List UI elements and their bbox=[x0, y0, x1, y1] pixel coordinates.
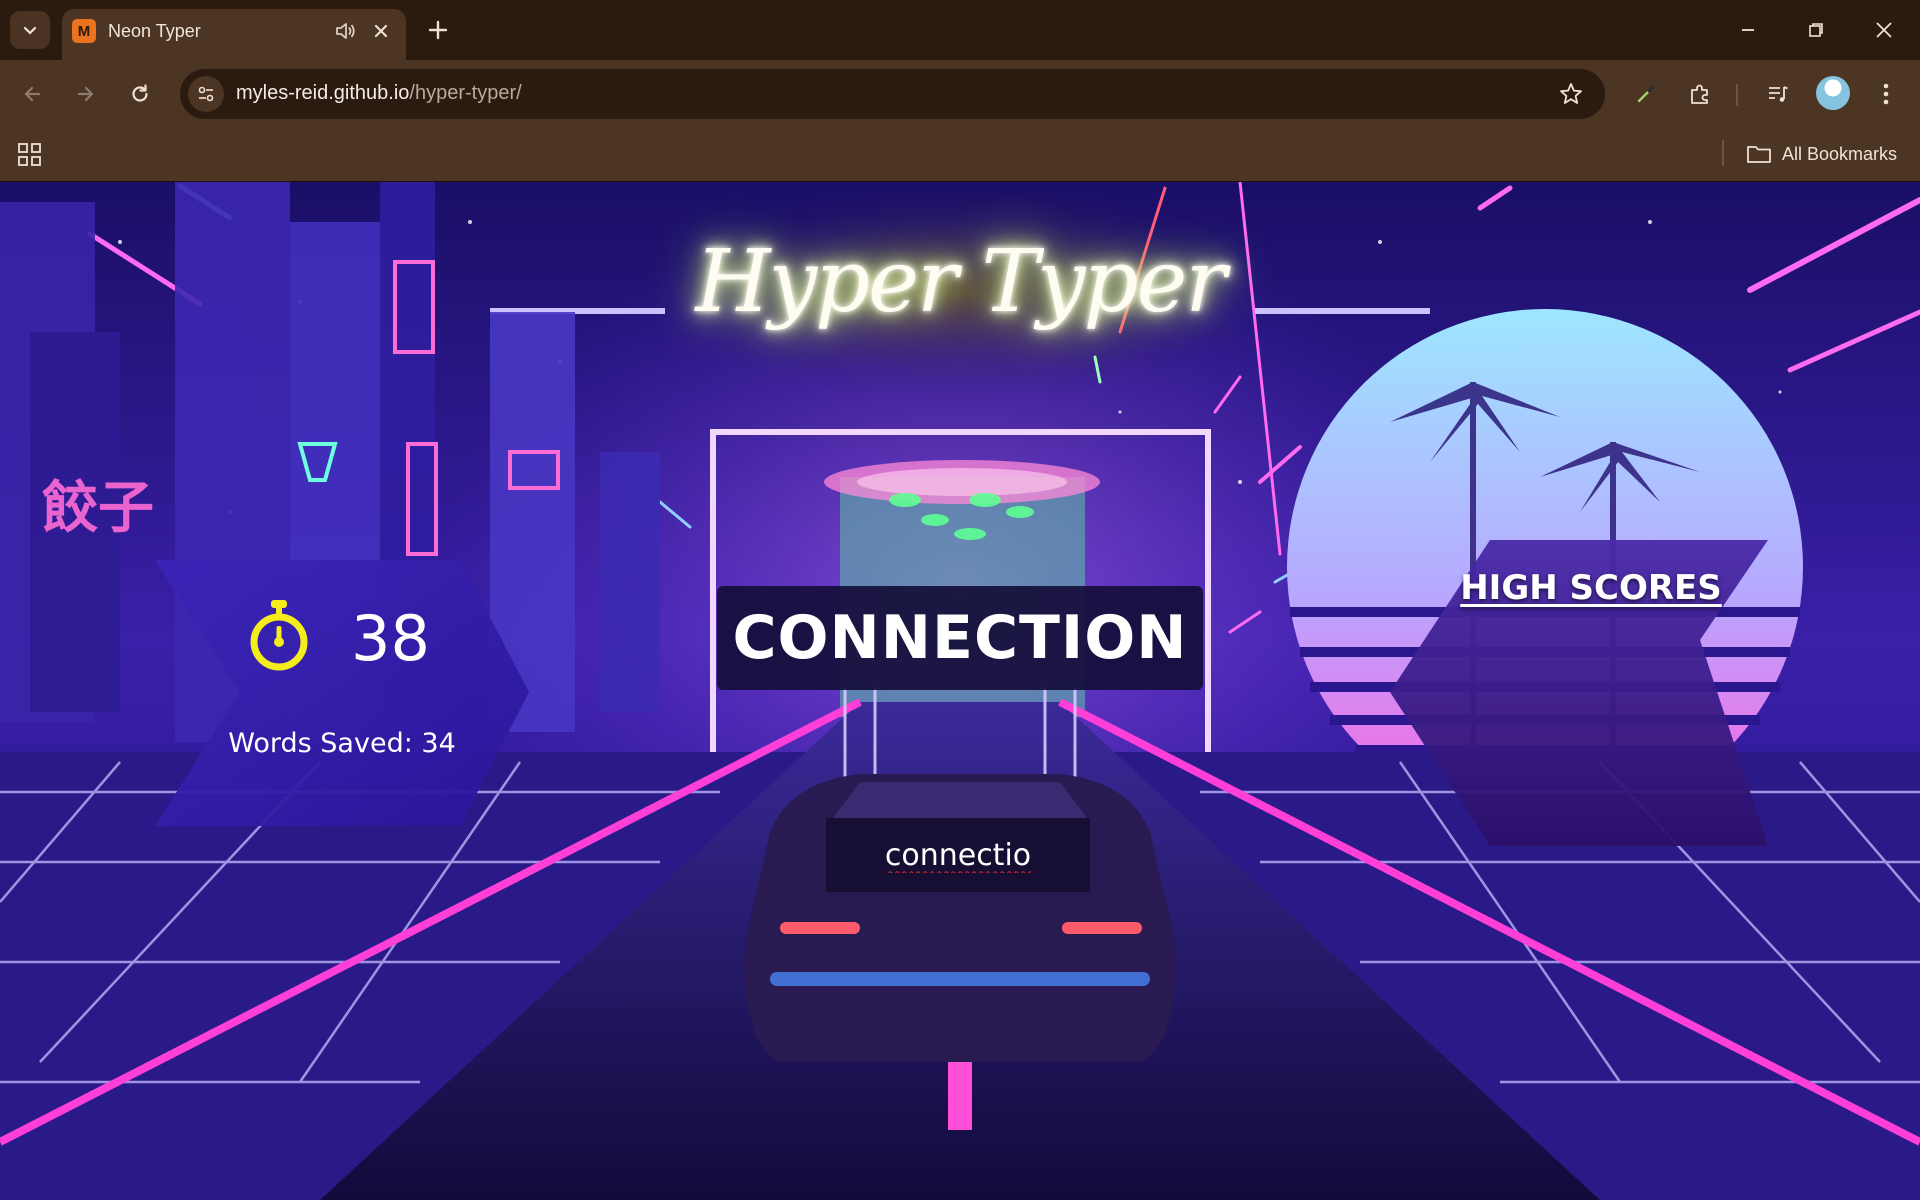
address-bar[interactable]: myles-reid.github.io/hyper-typer/ bbox=[180, 69, 1605, 119]
media-controls-button[interactable] bbox=[1760, 76, 1796, 112]
profile-avatar[interactable] bbox=[1816, 76, 1850, 110]
site-info-button[interactable] bbox=[188, 76, 224, 112]
timer-seconds: 38 bbox=[351, 602, 430, 675]
playlist-music-icon bbox=[1769, 86, 1788, 102]
reload-icon bbox=[132, 84, 148, 102]
browser-menu-button[interactable] bbox=[1868, 76, 1904, 112]
arrow-right-icon bbox=[77, 86, 94, 102]
close-window-button[interactable] bbox=[1862, 8, 1906, 52]
bookmarks-divider bbox=[1722, 140, 1724, 166]
tab-neon-typer[interactable]: M Neon Typer bbox=[62, 9, 406, 60]
bookmarks-bar: All Bookmarks bbox=[0, 128, 1920, 182]
game-viewport: 餃子 Hyper Typer 38 Words Saved: 34 CONNEC… bbox=[0, 182, 1920, 1200]
url-path: /hyper-typer/ bbox=[409, 82, 522, 104]
url-text[interactable]: myles-reid.github.io/hyper-typer/ bbox=[236, 82, 522, 105]
plus-icon bbox=[428, 20, 448, 40]
eyedropper-extension-button[interactable] bbox=[1628, 76, 1664, 112]
restore-icon bbox=[1809, 23, 1823, 37]
browser-tab-strip: M Neon Typer bbox=[0, 0, 1920, 60]
folder-icon bbox=[1747, 146, 1771, 163]
puzzle-icon bbox=[1691, 84, 1708, 104]
browser-toolbar: myles-reid.github.io/hyper-typer/ bbox=[0, 60, 1920, 128]
high-scores-panel: HIGH SCORES bbox=[1390, 540, 1768, 846]
timer-panel: 38 Words Saved: 34 bbox=[155, 560, 529, 826]
close-tab-icon[interactable] bbox=[368, 18, 394, 44]
close-icon bbox=[1876, 22, 1892, 38]
minimize-icon bbox=[1742, 29, 1754, 31]
kebab-menu-icon bbox=[1883, 83, 1889, 105]
all-bookmarks-button[interactable]: All Bookmarks bbox=[1746, 138, 1897, 170]
svg-text:餃子: 餃子 bbox=[42, 476, 154, 541]
game-title-logo: Hyper Typer bbox=[695, 232, 1227, 332]
all-bookmarks-label: All Bookmarks bbox=[1782, 143, 1898, 164]
apps-grid-icon[interactable] bbox=[14, 139, 46, 171]
reload-button[interactable] bbox=[120, 74, 160, 114]
bookmark-star-icon[interactable] bbox=[1557, 80, 1585, 108]
back-button[interactable] bbox=[12, 74, 52, 114]
stopwatch-icon bbox=[250, 600, 308, 671]
arrow-left-icon bbox=[24, 86, 41, 102]
extensions-button[interactable] bbox=[1682, 76, 1718, 112]
high-scores-link[interactable]: HIGH SCORES bbox=[1460, 568, 1722, 608]
target-word-box: CONNECTION bbox=[717, 586, 1203, 690]
new-tab-button[interactable] bbox=[420, 12, 456, 48]
tab-favicon-icon: M bbox=[72, 19, 96, 43]
tune-icon bbox=[198, 86, 214, 102]
typing-input[interactable] bbox=[826, 818, 1090, 892]
toolbar-divider bbox=[1736, 84, 1738, 106]
target-word: CONNECTION bbox=[732, 603, 1188, 673]
pen-icon bbox=[1637, 85, 1655, 103]
speaker-icon[interactable] bbox=[332, 18, 358, 44]
chevron-down-icon bbox=[23, 26, 37, 35]
forward-button[interactable] bbox=[66, 74, 106, 114]
url-host: myles-reid.github.io bbox=[236, 82, 410, 104]
tab-title: Neon Typer bbox=[108, 21, 201, 41]
tab-search-button[interactable] bbox=[10, 11, 50, 49]
minimize-button[interactable] bbox=[1726, 8, 1770, 52]
restore-button[interactable] bbox=[1794, 8, 1838, 52]
words-saved-counter: Words Saved: 34 bbox=[228, 728, 456, 759]
